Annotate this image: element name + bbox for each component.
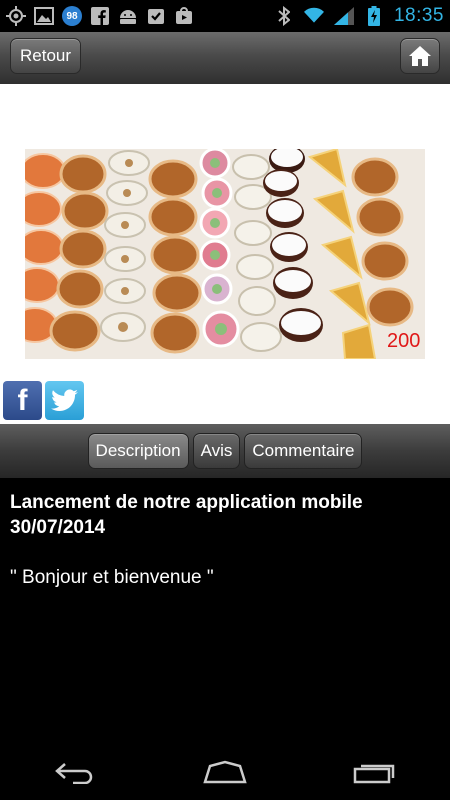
battery-icon <box>364 6 384 26</box>
article: Lancement de notre application mobile 30… <box>10 490 440 590</box>
article-date: 30/07/2014 <box>10 517 106 538</box>
status-left-icons: 98 <box>6 6 194 26</box>
article-body: " Bonjour et bienvenue " <box>10 567 214 588</box>
image-icon <box>34 6 54 26</box>
signal-icon <box>333 6 354 26</box>
system-nav-bar <box>0 744 450 800</box>
back-button[interactable]: Retour <box>10 38 82 74</box>
gps-icon <box>6 6 26 26</box>
status-right-icons: 18:35 <box>274 5 444 27</box>
facebook-icon <box>90 6 110 26</box>
tab-commentaire[interactable]: Commentaire <box>244 433 363 469</box>
android-icon <box>118 6 138 26</box>
bluetooth-icon <box>274 6 294 26</box>
photo-number: 200 <box>387 330 420 352</box>
home-icon <box>409 46 431 66</box>
pastries-photo: 200 <box>25 149 425 359</box>
tab-avis[interactable]: Avis <box>192 433 241 469</box>
home-nav-icon[interactable] <box>195 752 255 792</box>
clock: 18:35 <box>393 5 444 26</box>
tab-bar: Description Avis Commentaire <box>0 424 450 478</box>
wifi-icon <box>303 6 324 26</box>
back-icon[interactable] <box>45 752 105 792</box>
home-button[interactable] <box>400 38 440 74</box>
article-title: Lancement de notre application mobile <box>10 492 363 513</box>
tab-description[interactable]: Description <box>87 433 189 469</box>
status-bar: 98 18:35 <box>0 0 450 32</box>
notification-badge: 98 <box>62 6 82 26</box>
store-icon <box>174 6 194 26</box>
top-action-bar: Retour <box>0 32 450 85</box>
facebook-share-icon[interactable]: f <box>3 381 42 420</box>
share-bar: f <box>3 381 84 420</box>
task-check-icon <box>146 6 166 26</box>
twitter-share-icon[interactable] <box>45 381 84 420</box>
content-area: 200 f <box>0 84 450 424</box>
recent-apps-icon[interactable] <box>345 752 405 792</box>
